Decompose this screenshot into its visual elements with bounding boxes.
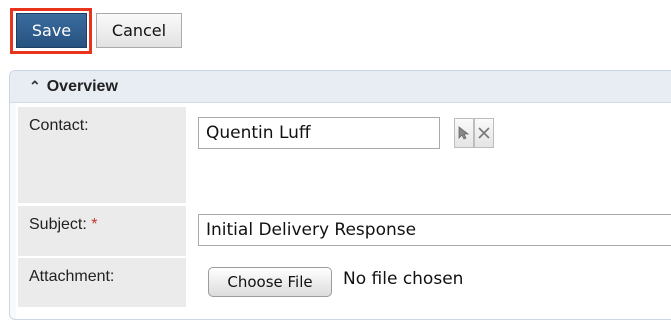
select-contact-button[interactable]	[454, 118, 474, 148]
attachment-label-text: Attachment:	[29, 268, 115, 285]
chevron-double-up-icon[interactable]: ⌃	[29, 78, 41, 95]
cursor-arrow-icon	[458, 126, 470, 140]
action-toolbar: Save Cancel	[0, 0, 671, 60]
clear-contact-button[interactable]	[474, 118, 494, 148]
panel-title: Overview	[46, 77, 118, 95]
subject-label-text: Subject:	[29, 216, 87, 233]
attachment-label: Attachment:	[18, 258, 186, 307]
cancel-button[interactable]: Cancel	[96, 13, 182, 48]
required-marker: *	[91, 216, 98, 233]
save-button[interactable]: Save	[16, 13, 87, 48]
subject-value: Initial Delivery Response	[206, 220, 417, 240]
choose-file-button[interactable]: Choose File	[208, 267, 332, 297]
contact-value: Quentin Luff	[206, 123, 311, 143]
contact-label-text: Contact:	[29, 117, 89, 134]
contact-field[interactable]: Quentin Luff	[198, 117, 440, 149]
overview-panel-header[interactable]: ⌃ Overview	[10, 71, 671, 103]
close-icon	[478, 127, 490, 139]
subject-label: Subject: *	[18, 206, 186, 256]
contact-label: Contact:	[18, 107, 186, 203]
file-status-text: No file chosen	[343, 269, 464, 289]
subject-field[interactable]: Initial Delivery Response	[198, 214, 671, 246]
